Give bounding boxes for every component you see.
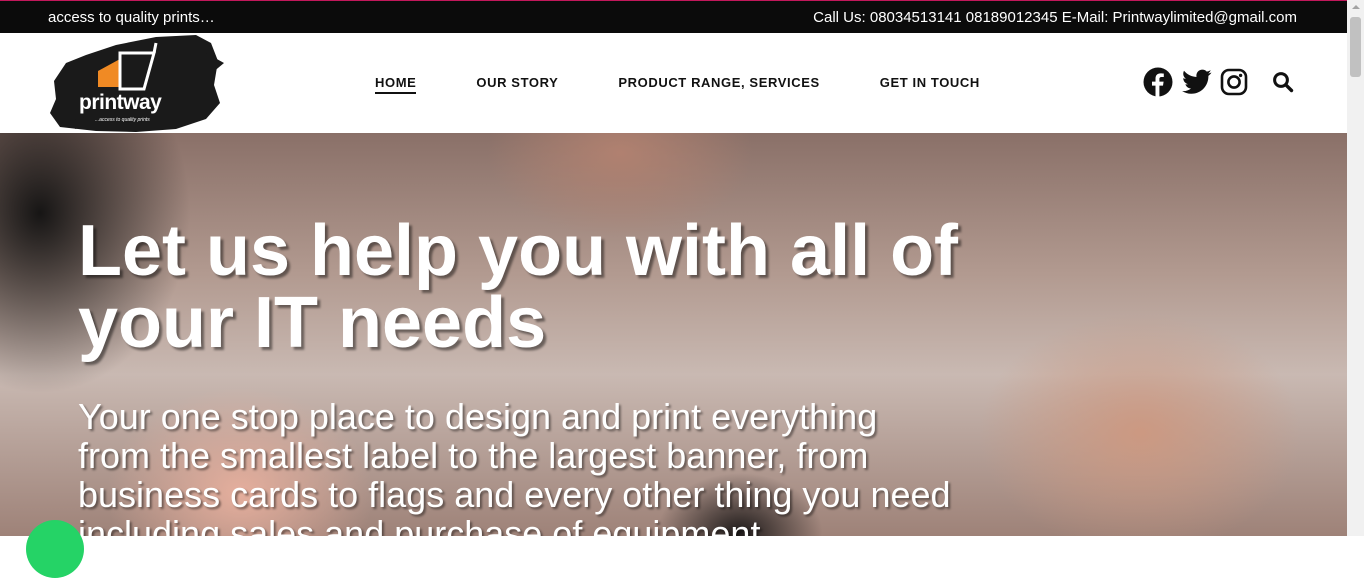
main-nav: HOME OUR STORY PRODUCT RANGE, SERVICES G… bbox=[375, 75, 1040, 94]
search-icon[interactable] bbox=[1272, 71, 1294, 98]
logo-wordmark: printway bbox=[79, 91, 162, 114]
scrollbar-thumb[interactable] bbox=[1350, 17, 1361, 77]
contact-info: Call Us: 08034513141 08189012345 E-Mail:… bbox=[813, 9, 1297, 26]
nav-product-range-services[interactable]: PRODUCT RANGE, SERVICES bbox=[618, 75, 819, 94]
hero-subtext: Your one stop place to design and print … bbox=[78, 396, 951, 536]
logo[interactable]: printway ...access to quality prints bbox=[46, 33, 224, 133]
hero-heading: Let us help you with all of your IT need… bbox=[78, 211, 959, 363]
whatsapp-chat-button[interactable] bbox=[26, 520, 84, 578]
site-header: printway ...access to quality prints HOM… bbox=[0, 33, 1347, 133]
nav-get-in-touch[interactable]: GET IN TOUCH bbox=[880, 75, 980, 94]
twitter-icon[interactable] bbox=[1182, 69, 1212, 100]
top-bar: access to quality prints… Call Us: 08034… bbox=[0, 0, 1347, 33]
tagline: access to quality prints… bbox=[48, 9, 215, 26]
page-scrollbar[interactable] bbox=[1347, 0, 1364, 536]
scroll-up-arrow-icon[interactable] bbox=[1352, 5, 1360, 9]
facebook-icon[interactable] bbox=[1143, 67, 1173, 102]
nav-our-story[interactable]: OUR STORY bbox=[476, 75, 558, 94]
instagram-icon[interactable] bbox=[1220, 68, 1248, 101]
nav-home[interactable]: HOME bbox=[375, 75, 417, 94]
hero-section: Let us help you with all of your IT need… bbox=[0, 133, 1347, 536]
social-links bbox=[1143, 67, 1294, 102]
logo-subtitle: ...access to quality prints bbox=[95, 117, 150, 123]
